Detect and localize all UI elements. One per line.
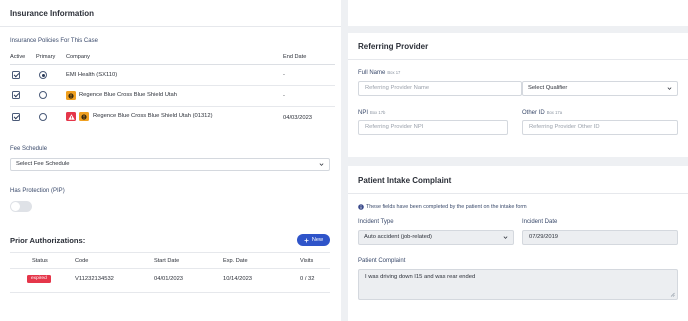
primary-radio[interactable]	[39, 71, 47, 79]
end-date: -	[283, 72, 285, 78]
incident-type-label: Incident Type	[358, 219, 394, 225]
patient-intake-title: Patient Intake Complaint	[358, 176, 452, 185]
referring-provider-name-input[interactable]: Referring Provider Name	[358, 81, 522, 96]
qualifier-value: Select Qualifier	[528, 85, 568, 91]
row-divider	[10, 106, 335, 107]
patient-intake-panel: Patient Intake Complaint These fields ha…	[348, 166, 688, 321]
chevron-down-icon	[319, 163, 324, 166]
status-badge: expired	[27, 275, 51, 283]
divider	[0, 26, 341, 27]
incident-type-select[interactable]: Auto accident (job-related)	[358, 230, 514, 245]
resize-handle-icon[interactable]	[670, 292, 675, 297]
fee-schedule-value: Select Fee Schedule	[16, 161, 70, 167]
policies-label: Insurance Policies For This Case	[10, 38, 98, 44]
box-hint: Box 17a	[546, 110, 563, 115]
full-name-label-text: Full Name	[358, 70, 386, 76]
column-primary: Primary	[36, 54, 56, 60]
chevron-down-icon	[503, 236, 508, 239]
company-name: EMI Health (SX110)	[66, 72, 118, 78]
incident-type-value: Auto accident (job-related)	[364, 234, 432, 240]
new-button-label: New	[311, 237, 324, 243]
active-checkbox[interactable]	[12, 113, 20, 121]
patient-complaint-textarea[interactable]: I was driving down I15 and was rear ende…	[358, 269, 678, 300]
fee-schedule-label: Fee Schedule	[10, 146, 48, 152]
intake-notice: These fields have been completed by the …	[366, 204, 527, 210]
divider	[348, 193, 688, 194]
pip-label: Has Protection (PIP)	[10, 188, 65, 194]
incident-date-input[interactable]: 07/29/2019	[522, 230, 678, 245]
other-id-label: Other ID Box 17a	[522, 110, 562, 116]
referring-provider-title: Referring Provider	[358, 42, 429, 51]
company-name: Regence Blue Cross Blue Shield Utah (013…	[93, 113, 213, 119]
primary-radio[interactable]	[39, 91, 47, 99]
npi-label: NPI Box 17b	[358, 110, 385, 116]
chevron-down-icon	[667, 87, 672, 90]
column-code: Code	[75, 258, 89, 264]
end-date: 04/03/2023	[283, 115, 313, 121]
column-company: Company	[66, 54, 90, 60]
insurance-title: Insurance Information	[10, 9, 95, 18]
column-visits: Visits	[300, 258, 314, 264]
referring-provider-other-id-input[interactable]: Referring Provider Other ID	[522, 120, 678, 135]
divider	[348, 59, 688, 60]
incident-date-label: Incident Date	[522, 219, 558, 225]
active-checkbox[interactable]	[12, 91, 20, 99]
visits: 0 / 32	[300, 276, 315, 282]
company-name: Regence Blue Cross Blue Shield Utah	[79, 92, 177, 98]
other-id-label-text: Other ID	[522, 110, 545, 116]
row-divider	[10, 85, 335, 86]
row-divider	[10, 292, 330, 293]
npi-label-text: NPI	[358, 110, 369, 116]
warning-icon	[79, 112, 89, 121]
box-hint: Box 17	[387, 70, 401, 75]
qualifier-select[interactable]: Select Qualifier	[522, 81, 678, 96]
column-end-date: End Date	[283, 54, 307, 60]
new-authorization-button[interactable]: New	[297, 234, 330, 246]
column-start-date: Start Date	[154, 258, 180, 264]
authorization-code: V11232134532	[75, 276, 114, 282]
column-exp-date: Exp. Date	[223, 258, 248, 264]
column-active: Active	[10, 54, 26, 60]
previous-section-panel	[348, 0, 688, 26]
box-hint: Box 17b	[370, 110, 386, 115]
referring-provider-panel: Referring Provider Full Name Box 17 Refer…	[348, 33, 688, 157]
info-icon	[358, 204, 364, 210]
table-header-divider	[10, 268, 330, 269]
table-header-divider	[10, 64, 335, 65]
insurance-panel: Insurance Information Insurance Policies…	[0, 0, 341, 321]
prior-authorizations-title: Prior Authorizations:	[10, 236, 86, 245]
alert-triangle-icon	[66, 112, 76, 121]
start-date: 04/01/2023	[154, 276, 184, 282]
warning-icon	[66, 91, 76, 100]
full-name-label: Full Name Box 17	[358, 70, 400, 76]
fee-schedule-select[interactable]: Select Fee Schedule	[10, 158, 330, 171]
exp-date: 10/14/2023	[223, 276, 253, 282]
patient-complaint-label: Patient Complaint	[358, 258, 406, 264]
referring-provider-npi-input[interactable]: Referring Provider NPI	[358, 120, 508, 135]
pip-toggle[interactable]	[10, 201, 32, 212]
patient-complaint-value: I was driving down I15 and was rear ende…	[365, 274, 476, 280]
cut-off-text	[358, 0, 398, 1]
primary-radio[interactable]	[39, 113, 47, 121]
column-status: Status	[32, 258, 48, 264]
active-checkbox[interactable]	[12, 71, 20, 79]
end-date: -	[283, 93, 285, 99]
divider	[10, 252, 330, 253]
plus-icon	[304, 238, 309, 242]
